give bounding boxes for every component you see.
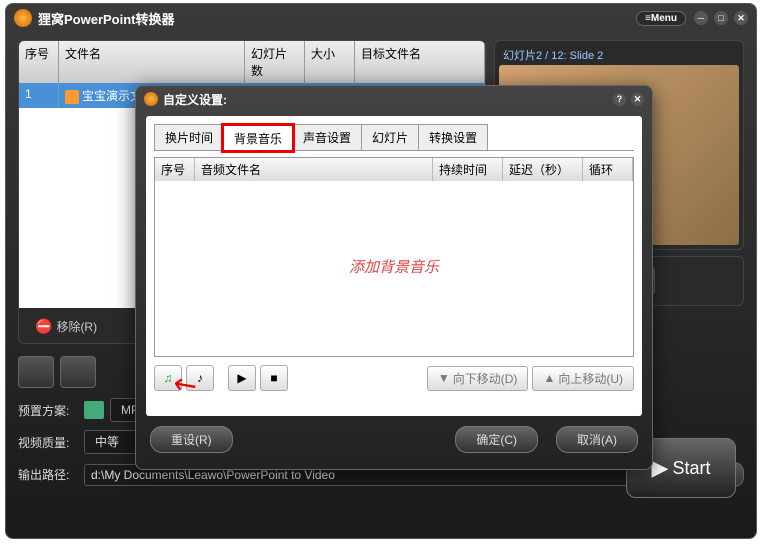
stop-audio-button[interactable]: ■ [260,365,288,391]
file-table-header: 序号 文件名 幻灯片数 大小 目标文件名 [19,41,485,83]
tab-sound-settings[interactable]: 声音设置 [292,124,362,150]
dialog-help-icon[interactable]: ? [613,93,626,106]
col-size: 大小 [305,41,355,83]
reset-button[interactable]: 重设(R) [150,426,233,453]
remove-audio-button[interactable]: ♪ [186,365,214,391]
col-num: 序号 [19,41,59,83]
dialog-logo-icon [144,92,158,106]
close-icon[interactable]: ✕ [734,11,748,25]
audio-col-name: 音频文件名 [195,158,433,181]
play-audio-button[interactable]: ▶ [228,365,256,391]
tab-background-music[interactable]: 背景音乐 [223,125,293,151]
col-target: 目标文件名 [355,41,485,83]
preview-label: 幻灯片2 / 12: Slide 2 [499,45,739,65]
tab-slides[interactable]: 幻灯片 [361,124,419,150]
settings-tabs: 换片时间 背景音乐 声音设置 幻灯片 转换设置 [154,124,634,151]
col-slides: 幻灯片数 [245,41,305,83]
dialog-title: 自定义设置: [163,91,227,108]
custom-settings-dialog: 自定义设置: ? ✕ 换片时间 背景音乐 声音设置 幻灯片 转换设置 序号 音频… [135,85,653,470]
output-path-label: 输出路径: [18,466,78,483]
audio-col-delay: 延迟（秒） [503,158,583,181]
minimize-icon[interactable]: ─ [694,11,708,25]
main-titlebar: 狸窝PowerPoint转换器 ≡Menu ─ □ ✕ [6,4,756,32]
ok-button[interactable]: 确定(C) [455,426,538,453]
dialog-titlebar: 自定义设置: ? ✕ [136,86,652,112]
move-up-button[interactable]: ▲向上移动(U) [532,366,634,391]
tab-transition-time[interactable]: 换片时间 [154,124,224,150]
add-file-button[interactable] [18,356,54,388]
add-audio-button[interactable]: ♫ [154,365,182,391]
up-arrow-icon: ▲ [543,371,555,385]
audio-col-num: 序号 [155,158,195,181]
remove-button[interactable]: ⛔ 移除(R) [25,314,107,339]
tab-convert-settings[interactable]: 转换设置 [418,124,488,150]
app-logo-icon [14,9,32,27]
cancel-button[interactable]: 取消(A) [556,426,638,453]
row-num: 1 [19,83,59,108]
video-quality-label: 视频质量: [18,434,78,451]
preset-label: 预置方案: [18,402,78,419]
col-name: 文件名 [59,41,245,83]
preset-format-icon [84,401,104,419]
settings-button[interactable] [60,356,96,388]
audio-col-loop: 循环 [583,158,633,181]
play-arrow-icon: ▶ [652,455,669,481]
add-music-placeholder: 添加背景音乐 [349,256,439,277]
maximize-icon[interactable]: □ [714,11,728,25]
dialog-close-icon[interactable]: ✕ [631,93,644,106]
app-title: 狸窝PowerPoint转换器 [38,9,175,28]
menu-button[interactable]: ≡Menu [636,11,686,26]
audio-file-table: 序号 音频文件名 持续时间 延迟（秒） 循环 添加背景音乐 [154,157,634,357]
ppt-file-icon [65,90,79,104]
no-entry-icon: ⛔ [35,318,52,335]
audio-col-duration: 持续时间 [433,158,503,181]
down-arrow-icon: ▼ [438,371,450,385]
move-down-button[interactable]: ▼向下移动(D) [427,366,529,391]
